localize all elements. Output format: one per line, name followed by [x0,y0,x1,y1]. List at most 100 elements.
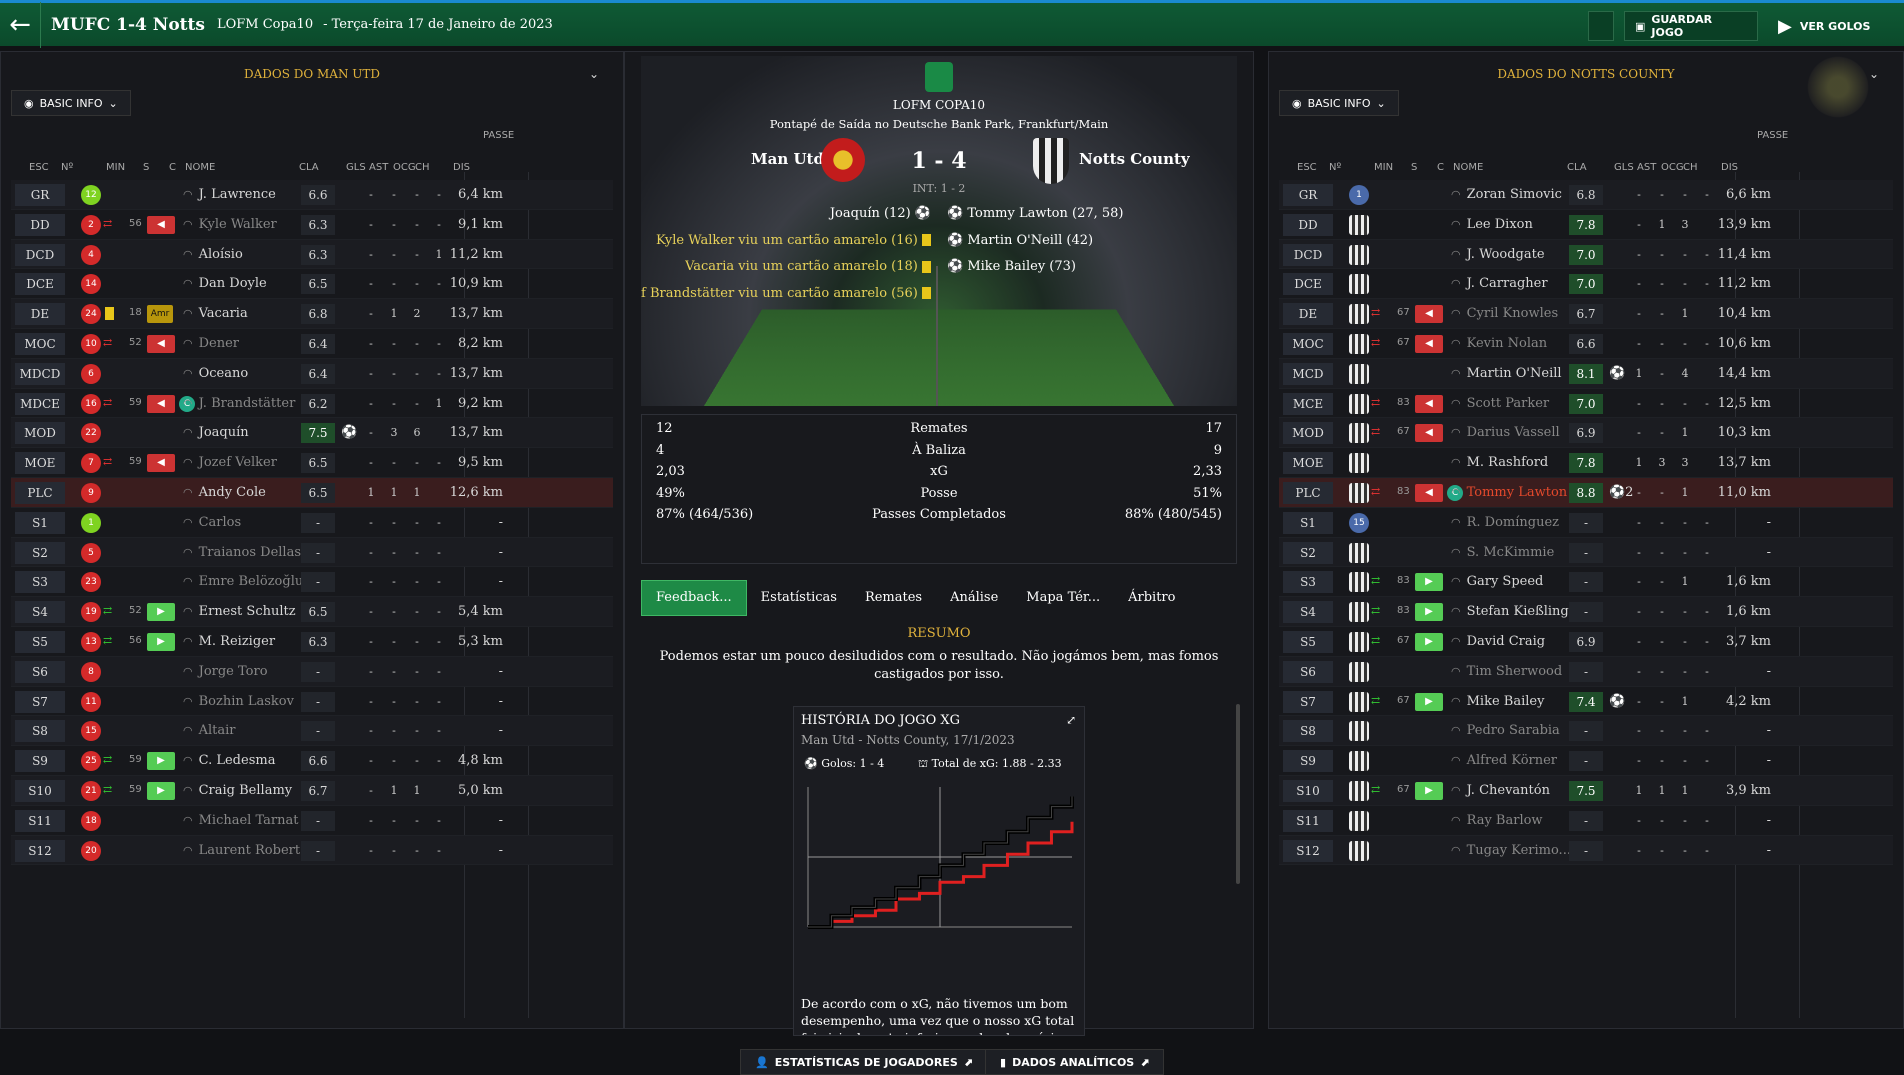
player-name[interactable]: Vacaria [183,306,248,321]
tab-3[interactable]: Remates [851,581,936,615]
player-name[interactable]: Lee Dixon [1451,217,1533,232]
table-row[interactable]: MOD22Joaquín7.5⚽-3613,7 km [11,418,613,448]
table-row[interactable]: S5⇄67▶David Craig6.9----3,7 km [1279,627,1893,657]
table-row[interactable]: MOD⇄67◀Darius Vassell6.9--110,3 km [1279,418,1893,448]
table-row[interactable]: DCD4Aloísio6.3---111,2 km [11,240,613,270]
player-name[interactable]: Darius Vassell [1451,425,1560,440]
table-row[interactable]: S2S. McKimmie------ [1279,538,1893,568]
table-row[interactable]: S323Emre Belözoğlu------ [11,567,613,597]
chevron-down-icon[interactable]: ⌄ [589,52,599,96]
back-arrow-icon[interactable]: ← [0,10,40,40]
player-name[interactable]: R. Domínguez [1451,515,1559,530]
analytics-button[interactable]: ▮DADOS ANALÍTICOS⬈ [985,1049,1164,1075]
table-row[interactable]: S6Tim Sherwood------ [1279,657,1893,687]
table-row[interactable]: S8Pedro Sarabia------ [1279,716,1893,746]
table-row[interactable]: GR12J. Lawrence6.6----6,4 km [11,180,613,210]
table-row[interactable]: S513⇄56▶M. Reiziger6.3----5,3 km [11,627,613,657]
options-button[interactable] [1588,11,1614,41]
player-name[interactable]: Mike Bailey [1451,694,1544,709]
player-name[interactable]: Pedro Sarabia [1451,723,1560,738]
player-name[interactable]: Scott Parker [1451,396,1549,411]
tab-4[interactable]: Análise [936,581,1012,615]
table-row[interactable]: GR1Zoran Simovic6.8----6,6 km [1279,180,1893,210]
player-name[interactable]: Jorge Toro [183,664,268,679]
player-name[interactable]: Ernest Schultz [183,604,296,619]
table-row[interactable]: DE⇄67◀Cyril Knowles6.7--110,4 km [1279,299,1893,329]
player-name[interactable]: J. Carragher [1451,276,1548,291]
table-row[interactable]: MOE7⇄59◀Jozef Velker6.5----9,5 km [11,448,613,478]
player-name[interactable]: C. Ledesma [183,753,275,768]
table-row[interactable]: S10⇄67▶J. Chevantón7.51113,9 km [1279,776,1893,806]
table-row[interactable]: S1118Michael Tarnat------ [11,806,613,836]
player-name[interactable]: Jozef Velker [183,455,277,470]
tab-2[interactable]: Estatísticas [747,581,851,615]
table-row[interactable]: MOC⇄67◀Kevin Nolan6.6----10,6 km [1279,329,1893,359]
player-name[interactable]: J. Brandstätter [183,396,295,411]
table-row[interactable]: S815Altair------ [11,716,613,746]
tab-5[interactable]: Mapa Tér... [1012,581,1114,615]
player-name[interactable]: Tim Sherwood [1451,664,1562,679]
table-row[interactable]: MCDMartin O'Neill8.1⚽1-414,4 km [1279,359,1893,389]
player-name[interactable]: Gary Speed [1451,574,1543,589]
player-name[interactable]: Kyle Walker [183,217,277,232]
table-row[interactable]: MDCE16⇄59◀CJ. Brandstätter6.2---19,2 km [11,389,613,419]
player-name[interactable]: Ray Barlow [1451,813,1543,828]
table-row[interactable]: PLC⇄83◀CTommy Lawton8.8⚽2--111,0 km [1279,478,1893,508]
table-row[interactable]: S419⇄52▶Ernest Schultz6.5----5,4 km [11,597,613,627]
player-stats-button[interactable]: 👤ESTATÍSTICAS DE JOGADORES⬈ [740,1049,988,1075]
table-row[interactable]: S11Ray Barlow------ [1279,806,1893,836]
player-name[interactable]: Tugay Kerimo... [1451,843,1571,858]
save-game-button[interactable]: ▣GUARDAR JOGO [1624,11,1758,41]
table-row[interactable]: S68Jorge Toro------ [11,657,613,687]
player-name[interactable]: Stefan Kießling [1451,604,1569,619]
tab-1[interactable]: Feedback... [641,580,747,616]
view-goals-button[interactable]: ▶VER GOLOS [1768,11,1884,41]
player-name[interactable]: J. Lawrence [183,187,276,202]
table-row[interactable]: S4⇄83▶Stefan Kießling-----1,6 km [1279,597,1893,627]
player-name[interactable]: Bozhin Laskov [183,694,294,709]
player-name[interactable]: Dener [183,336,239,351]
player-name[interactable]: S. McKimmie [1451,545,1554,560]
basic-info-dropdown[interactable]: ◉BASIC INFO⌄ [1279,90,1399,116]
table-row[interactable]: DCE14Dan Doyle6.5----10,9 km [11,269,613,299]
player-name[interactable]: Martin O'Neill [1451,366,1562,381]
table-row[interactable]: MCE⇄83◀Scott Parker7.0----12,5 km [1279,389,1893,419]
table-row[interactable]: MOEM. Rashford7.813313,7 km [1279,448,1893,478]
player-name[interactable]: Dan Doyle [183,276,267,291]
table-row[interactable]: DCEJ. Carragher7.0----11,2 km [1279,269,1893,299]
player-name[interactable]: Aloísio [183,247,243,262]
table-row[interactable]: S711Bozhin Laskov------ [11,687,613,717]
player-name[interactable]: Laurent Robert [183,843,300,858]
player-name[interactable]: Tommy Lawton [1451,485,1567,500]
table-row[interactable]: S25Traianos Dellas------ [11,538,613,568]
tab-6[interactable]: Árbitro [1114,581,1189,615]
expand-icon[interactable]: ⤢ [1066,713,1076,727]
table-row[interactable]: S11Carlos------ [11,508,613,538]
player-name[interactable]: J. Woodgate [1451,247,1545,262]
table-row[interactable]: S925⇄59▶C. Ledesma6.6----4,8 km [11,746,613,776]
table-row[interactable]: S1220Laurent Robert------ [11,836,613,866]
table-row[interactable]: DE2418AmrVacaria6.8-1213,7 km [11,299,613,329]
player-name[interactable]: M. Rashford [1451,455,1548,470]
table-row[interactable]: S1021⇄59▶Craig Bellamy6.7-115,0 km [11,776,613,806]
table-row[interactable]: MOC10⇄52◀Dener6.4----8,2 km [11,329,613,359]
player-name[interactable]: Andy Cole [183,485,266,500]
table-row[interactable]: DDLee Dixon7.8-1313,9 km [1279,210,1893,240]
player-name[interactable]: J. Chevantón [1451,783,1550,798]
player-name[interactable]: M. Reiziger [183,634,275,649]
scrollbar[interactable] [1236,704,1240,884]
player-name[interactable]: Cyril Knowles [1451,306,1558,321]
table-row[interactable]: S7⇄67▶Mike Bailey7.4⚽--14,2 km [1279,687,1893,717]
player-name[interactable]: Oceano [183,366,248,381]
table-row[interactable]: S115R. Domínguez------ [1279,508,1893,538]
table-row[interactable]: PLC9Andy Cole6.511112,6 km [11,478,613,508]
basic-info-dropdown[interactable]: ◉BASIC INFO⌄ [11,90,131,116]
player-name[interactable]: Emre Belözoğlu [183,574,303,589]
table-row[interactable]: DD2⇄56◀Kyle Walker6.3----9,1 km [11,210,613,240]
player-name[interactable]: Carlos [183,515,241,530]
table-row[interactable]: MDCD6Oceano6.4----13,7 km [11,359,613,389]
player-name[interactable]: David Craig [1451,634,1545,649]
player-name[interactable]: Craig Bellamy [183,783,292,798]
player-name[interactable]: Kevin Nolan [1451,336,1547,351]
player-name[interactable]: Michael Tarnat [183,813,298,828]
